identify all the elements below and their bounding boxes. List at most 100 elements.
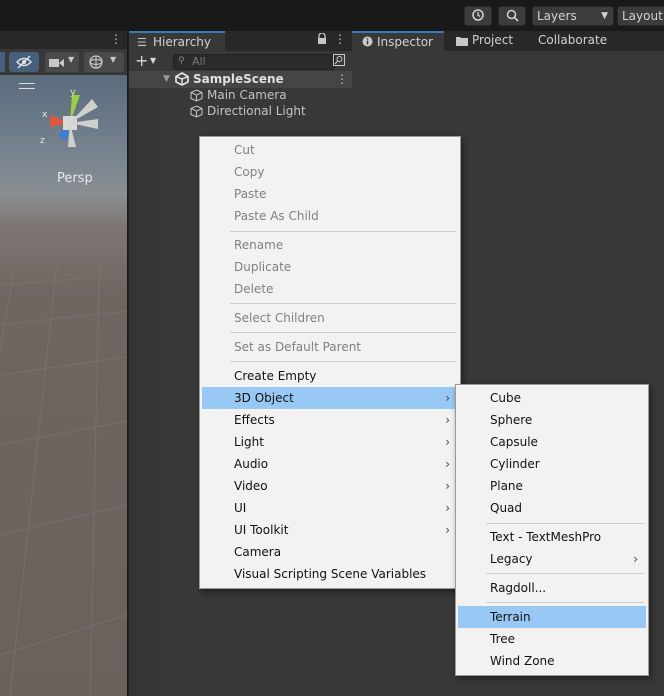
menu-separator xyxy=(486,573,644,574)
search-placeholder: All xyxy=(192,55,206,68)
chevron-down-icon: ▼ xyxy=(68,55,75,64)
menu-item-label: Duplicate xyxy=(234,260,292,274)
submenu-item-cube[interactable]: Cube xyxy=(458,387,646,409)
submenu-item-label: Legacy xyxy=(490,552,533,566)
menu-item-ui[interactable]: UI › xyxy=(202,497,458,519)
menu-item-visual-scripting-scene-variables[interactable]: Visual Scripting Scene Variables xyxy=(202,563,458,585)
kebab-menu-icon[interactable]: ⋮ xyxy=(110,32,122,46)
submenu-item-plane[interactable]: Plane xyxy=(458,475,646,497)
submenu-item-label: Sphere xyxy=(490,413,533,427)
submenu-item-label: Plane xyxy=(490,479,523,493)
perspective-label[interactable]: Persp xyxy=(57,171,93,186)
submenu-item-wind-zone[interactable]: Wind Zone xyxy=(458,650,646,672)
visibility-toggle[interactable] xyxy=(0,52,5,72)
tab-collaborate-label: Collaborate xyxy=(538,33,608,47)
submenu-item-cylinder[interactable]: Cylinder xyxy=(458,453,646,475)
submenu-item-label: Cube xyxy=(490,391,521,405)
menu-item-select-children[interactable]: Select Children xyxy=(202,307,458,329)
scene-row[interactable]: ▼ SampleScene ⋮ xyxy=(129,71,352,88)
submenu-item-label: Terrain xyxy=(490,610,531,624)
tab-project[interactable]: Project xyxy=(448,31,528,51)
z-axis-label: z xyxy=(40,136,45,146)
scene-tab-bar: ⋮ xyxy=(0,31,127,49)
top-toolbar: Layers ▼ Layout xyxy=(0,0,664,31)
gizmo-sphere-icon xyxy=(88,54,104,73)
menu-item-copy[interactable]: Copy xyxy=(202,161,458,183)
scene-visibility-button[interactable] xyxy=(9,52,39,72)
tab-inspector[interactable]: Inspector xyxy=(352,31,444,51)
hierarchy-item-directional-light[interactable]: Directional Light xyxy=(129,104,352,120)
submenu-item-terrain[interactable]: Terrain xyxy=(458,606,646,628)
submenu-item-text-textmeshpro[interactable]: Text - TextMeshPro xyxy=(458,526,646,548)
menu-item-label: Visual Scripting Scene Variables xyxy=(234,567,427,581)
kebab-menu-icon[interactable]: ⋮ xyxy=(334,32,346,46)
menu-item-light[interactable]: Light › xyxy=(202,431,458,453)
submenu-item-legacy[interactable]: Legacy › xyxy=(458,548,646,570)
chevron-right-icon: › xyxy=(445,501,450,515)
inspector-tab-bar: Inspector Project Collaborate xyxy=(352,31,664,51)
submenu-item-capsule[interactable]: Capsule xyxy=(458,431,646,453)
menu-item-ui-toolkit[interactable]: UI Toolkit › xyxy=(202,519,458,541)
lock-icon[interactable] xyxy=(317,32,327,48)
menu-item-cut[interactable]: Cut xyxy=(202,139,458,161)
tab-hierarchy[interactable]: ☰ Hierarchy xyxy=(129,31,225,51)
tab-project-label: Project xyxy=(472,33,514,47)
ground-grid xyxy=(0,234,127,696)
chevron-right-icon: › xyxy=(445,391,450,405)
menu-item-paste-as-child[interactable]: Paste As Child xyxy=(202,205,458,227)
hierarchy-item-main-camera[interactable]: Main Camera xyxy=(129,88,352,104)
menu-item-rename[interactable]: Rename xyxy=(202,234,458,256)
kebab-menu-icon[interactable]: ⋮ xyxy=(336,72,348,86)
menu-item-label: Audio xyxy=(234,457,269,471)
chevron-right-icon: › xyxy=(445,479,450,493)
add-icon[interactable]: + xyxy=(135,51,148,70)
menu-separator xyxy=(230,332,456,333)
menu-item-paste[interactable]: Paste xyxy=(202,183,458,205)
chevron-down-icon[interactable]: ▼ xyxy=(150,56,156,65)
history-icon xyxy=(471,8,485,25)
menu-item-set-default-parent[interactable]: Set as Default Parent xyxy=(202,336,458,358)
camera-dropdown-button[interactable]: ▼ xyxy=(45,52,79,72)
scene-viewport[interactable]: y x z xyxy=(0,75,127,696)
menu-item-3d-object[interactable]: 3D Object › xyxy=(202,387,458,409)
menu-item-create-empty[interactable]: Create Empty xyxy=(202,365,458,387)
menu-item-label: Delete xyxy=(234,282,274,296)
hierarchy-item-label: Directional Light xyxy=(207,104,306,118)
gizmos-dropdown-button[interactable]: ▼ xyxy=(84,52,124,72)
menu-item-label: Create Empty xyxy=(234,369,317,383)
search-filter-icon[interactable] xyxy=(333,54,345,69)
tab-collaborate[interactable]: Collaborate xyxy=(532,31,622,51)
menu-item-label: Camera xyxy=(234,545,282,559)
submenu-item-sphere[interactable]: Sphere xyxy=(458,409,646,431)
history-button[interactable] xyxy=(464,6,492,26)
submenu-item-quad[interactable]: Quad xyxy=(458,497,646,519)
menu-item-duplicate[interactable]: Duplicate xyxy=(202,256,458,278)
menu-item-label: Copy xyxy=(234,165,265,179)
chevron-down-icon[interactable]: ▼ xyxy=(163,74,170,84)
menu-item-label: Rename xyxy=(234,238,284,252)
chevron-right-icon: › xyxy=(445,523,450,537)
menu-item-video[interactable]: Video › xyxy=(202,475,458,497)
hierarchy-item-label: Main Camera xyxy=(207,88,287,102)
menu-item-audio[interactable]: Audio › xyxy=(202,453,458,475)
menu-item-camera[interactable]: Camera xyxy=(202,541,458,563)
menu-item-label: Select Children xyxy=(234,311,325,325)
submenu-item-label: Capsule xyxy=(490,435,538,449)
search-button[interactable] xyxy=(498,6,526,26)
menu-item-label: Set as Default Parent xyxy=(234,340,362,354)
hierarchy-search-input[interactable]: ⚲ All xyxy=(173,54,335,70)
layers-dropdown-label: Layers xyxy=(537,9,577,23)
menu-item-delete[interactable]: Delete xyxy=(202,278,458,300)
submenu-item-ragdoll[interactable]: Ragdoll... xyxy=(458,577,646,599)
chevron-right-icon: › xyxy=(445,435,450,449)
search-icon xyxy=(506,9,519,25)
menu-item-label: Effects xyxy=(234,413,275,427)
layers-dropdown[interactable]: Layers ▼ xyxy=(532,6,614,26)
menu-item-label: Paste xyxy=(234,187,267,201)
orientation-gizmo[interactable]: y x z xyxy=(30,83,110,163)
menu-separator xyxy=(486,602,644,603)
submenu-item-tree[interactable]: Tree xyxy=(458,628,646,650)
menu-item-label: Light xyxy=(234,435,264,449)
layout-dropdown[interactable]: Layout xyxy=(617,6,664,26)
menu-item-effects[interactable]: Effects › xyxy=(202,409,458,431)
